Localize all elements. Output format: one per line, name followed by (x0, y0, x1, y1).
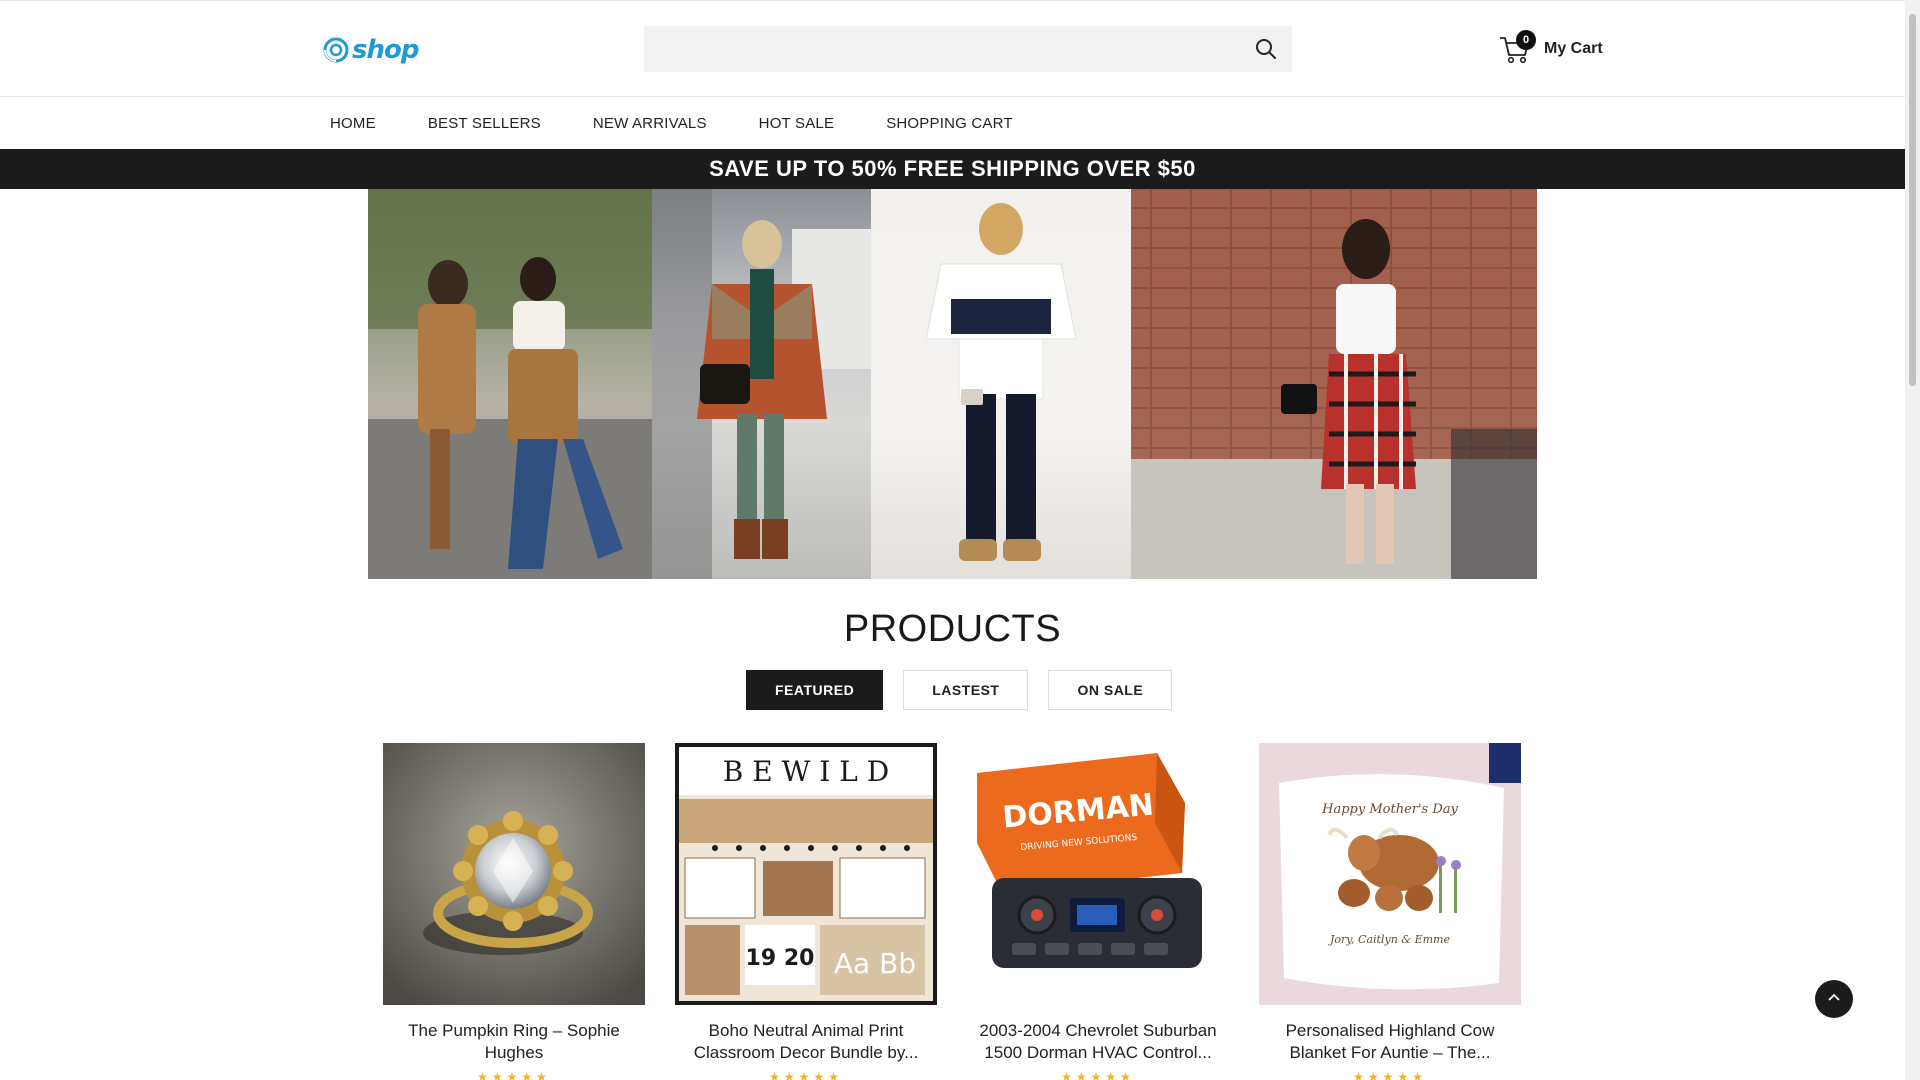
product-rating: ★★★★★ (769, 1070, 843, 1080)
nav-item-new-arrivals[interactable]: NEW ARRIVALS (593, 115, 707, 132)
product-title[interactable]: 2003-2004 Chevrolet Suburban 1500 Dorman… (967, 1020, 1229, 1064)
chevron-up-icon (1826, 989, 1842, 1010)
tab-featured[interactable]: FEATURED (746, 670, 884, 710)
nav-item-shopping-cart[interactable]: SHOPPING CART (886, 115, 1013, 132)
product-image-ring[interactable] (383, 743, 645, 1005)
search-input[interactable] (644, 26, 1292, 72)
nav-item-best-sellers[interactable]: BEST SELLERS (428, 115, 541, 132)
blanket-sub-text: Jory, Caitlyn & Emme (1328, 933, 1450, 946)
hero-banner[interactable] (368, 189, 1537, 579)
tab-lastest[interactable]: LASTEST (903, 670, 1029, 710)
product-rating: ★★★★★ (1061, 1070, 1135, 1080)
product-image-cow-blanket[interactable]: Happy Mother's Day Jory, Caitlyn & Emme (1259, 743, 1521, 1005)
cart-icon: 0 (1498, 30, 1536, 66)
site-logo[interactable]: shop (322, 34, 419, 66)
hero-image-1 (368, 189, 652, 579)
search-icon[interactable] (1254, 37, 1278, 61)
product-card[interactable]: DORMAN DRIVING NEW SOLUTIONS 2003-2004 C… (967, 743, 1229, 1080)
product-grid: The Pumpkin Ring – Sophie Hughes ★★★★★ B… (383, 743, 1523, 1080)
cart-count-badge: 0 (1516, 30, 1536, 50)
nav-item-home[interactable]: HOME (330, 115, 376, 132)
product-card[interactable]: Happy Mother's Day Jory, Caitlyn & Emme … (1259, 743, 1521, 1080)
product-card[interactable]: The Pumpkin Ring – Sophie Hughes ★★★★★ (383, 743, 645, 1080)
product-rating: ★★★★★ (477, 1070, 551, 1080)
search-bar (644, 26, 1292, 72)
product-image-classroom-decor[interactable]: B E W I L D 19 20 Aa Bb (675, 743, 937, 1005)
back-to-top-button[interactable] (1815, 980, 1853, 1018)
classroom-header-text: B E W I L D (723, 755, 889, 788)
svg-text:19 20: 19 20 (746, 946, 815, 971)
page-scrollbar[interactable] (1905, 0, 1920, 1080)
hero-image-4 (1131, 189, 1537, 579)
product-image-hvac-control[interactable]: DORMAN DRIVING NEW SOLUTIONS (967, 743, 1229, 1005)
nav-item-hot-sale[interactable]: HOT SALE (759, 115, 835, 132)
cart-button[interactable]: 0 My Cart (1498, 29, 1603, 69)
hero-image-3 (871, 189, 1131, 579)
site-header: shop 0 My Cart (0, 0, 1905, 97)
product-tabs: FEATURED LASTEST ON SALE (746, 670, 1173, 710)
product-title[interactable]: The Pumpkin Ring – Sophie Hughes (383, 1020, 645, 1064)
logo-text: shop (352, 35, 419, 65)
scrollbar-thumb[interactable] (1909, 14, 1916, 386)
logo-icon (322, 36, 350, 64)
hero-image-2 (652, 189, 871, 579)
svg-text:Aa Bb: Aa Bb (834, 947, 916, 980)
blanket-text: Happy Mother's Day (1321, 802, 1458, 817)
product-title[interactable]: Personalised Highland Cow Blanket For Au… (1259, 1020, 1521, 1064)
promo-banner: SAVE UP TO 50% FREE SHIPPING OVER $50 (0, 149, 1905, 189)
products-heading: PRODUCTS (843, 608, 1062, 650)
main-nav: HOME BEST SELLERS NEW ARRIVALS HOT SALE … (0, 97, 1905, 149)
tab-on-sale[interactable]: ON SALE (1048, 670, 1173, 710)
cart-label: My Cart (1544, 40, 1603, 57)
product-rating: ★★★★★ (1353, 1070, 1427, 1080)
product-title[interactable]: Boho Neutral Animal Print Classroom Deco… (675, 1020, 937, 1064)
product-card[interactable]: B E W I L D 19 20 Aa Bb Boho Neutral Ani… (675, 743, 937, 1080)
